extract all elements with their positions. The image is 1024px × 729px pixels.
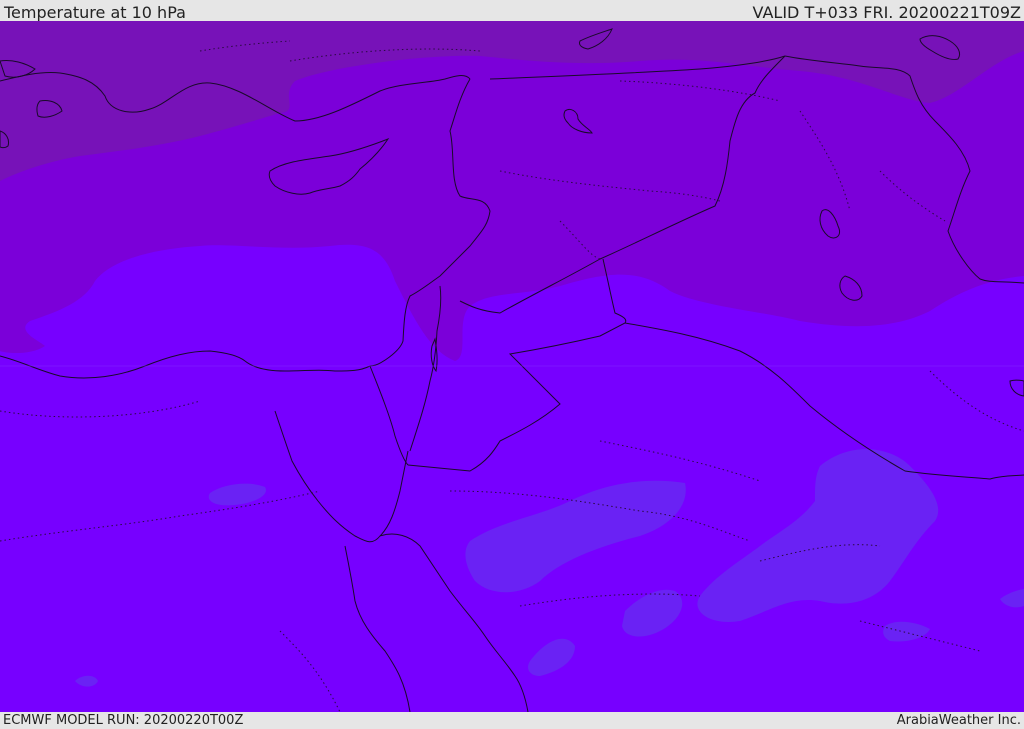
- valid-time: VALID T+033 FRI. 20200221T09Z: [752, 3, 1021, 22]
- map-title: Temperature at 10 hPa: [4, 3, 186, 22]
- header-bar: Temperature at 10 hPa VALID T+033 FRI. 2…: [0, 0, 1024, 22]
- map-canvas: [0, 21, 1024, 712]
- brand-credit: ArabiaWeather Inc.: [896, 713, 1021, 728]
- temperature-map[interactable]: [0, 21, 1024, 712]
- model-run: ECMWF MODEL RUN: 20200220T00Z: [3, 713, 244, 728]
- footer-bar: ECMWF MODEL RUN: 20200220T00Z ArabiaWeat…: [0, 712, 1024, 729]
